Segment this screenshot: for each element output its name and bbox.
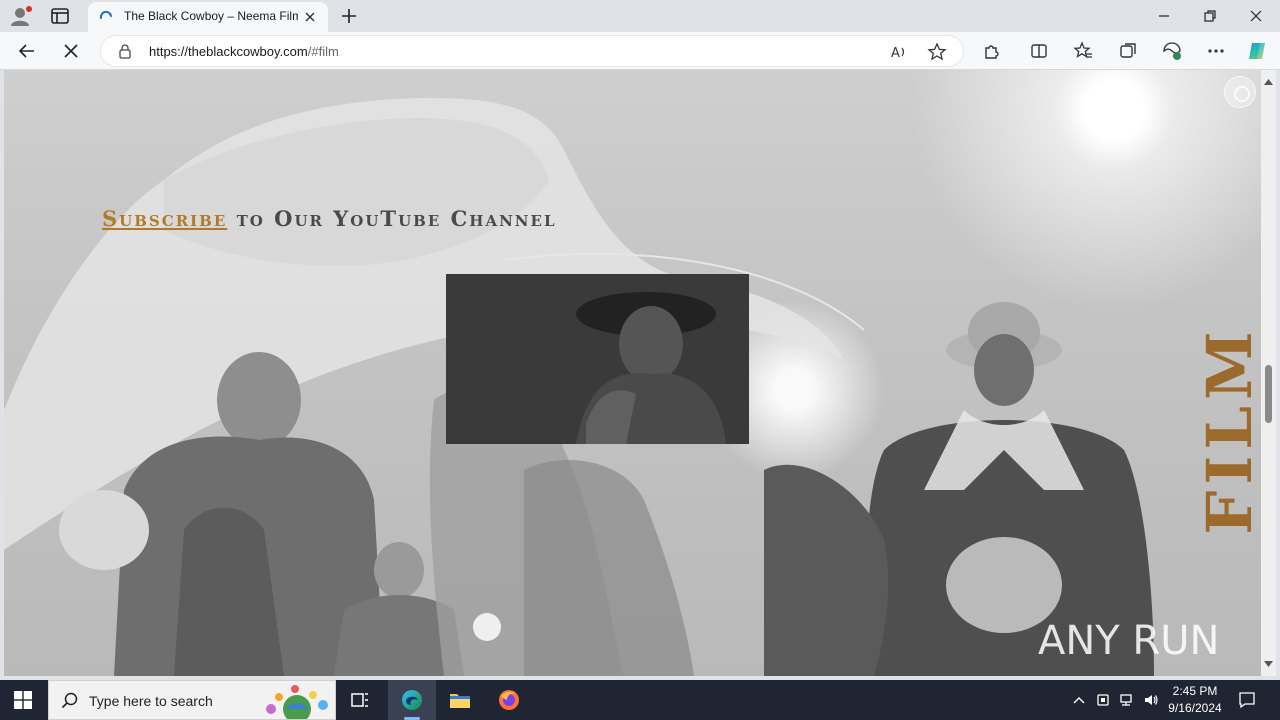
back-icon[interactable]	[16, 40, 38, 62]
edge-browser-icon	[402, 690, 422, 710]
profile-icon[interactable]	[8, 5, 34, 27]
search-icon	[61, 692, 78, 709]
split-screen-icon[interactable]	[1028, 40, 1050, 62]
film-side-heading: FILM	[1192, 325, 1262, 535]
watermark-text: ANY RUN	[1038, 618, 1219, 664]
subscribe-heading: Subscribe to Our YouTube Channel	[102, 206, 557, 231]
scrollbar-thumb[interactable]	[1265, 365, 1272, 423]
loading-spinner-icon	[99, 10, 112, 19]
copilot-icon[interactable]	[1246, 40, 1268, 62]
restore-icon[interactable]	[1200, 6, 1220, 26]
tab-title: The Black Cowboy – Neema Film	[124, 9, 298, 23]
settings-button[interactable]	[1224, 76, 1256, 108]
taskbar-edge-active[interactable]	[388, 680, 436, 720]
search-highlight-illustration	[266, 685, 328, 719]
address-bar[interactable]: https://theblackcowboy.com/#film A	[100, 35, 964, 67]
video-thumbnail	[446, 274, 749, 444]
new-tab-icon[interactable]	[338, 5, 360, 27]
volume-icon[interactable]	[1143, 692, 1159, 708]
taskbar-clock[interactable]: 2:45 PM 9/16/2024	[1160, 683, 1230, 717]
subscribe-link[interactable]: Subscribe	[102, 206, 227, 231]
task-view-icon[interactable]	[348, 688, 372, 712]
scroll-up-icon[interactable]	[1264, 78, 1273, 86]
more-options-icon[interactable]	[1205, 40, 1227, 62]
svg-text:A: A	[891, 46, 900, 61]
close-tab-icon[interactable]	[302, 9, 318, 25]
tab-active[interactable]: The Black Cowboy – Neema Film	[88, 2, 328, 32]
firefox-icon[interactable]	[497, 688, 521, 712]
close-window-icon[interactable]	[1246, 6, 1266, 26]
minimize-icon[interactable]	[1154, 6, 1174, 26]
show-hidden-icons-chevron-up-icon[interactable]	[1071, 692, 1087, 708]
browser-essentials-icon[interactable]	[1161, 40, 1183, 62]
windows-start-icon[interactable]	[14, 691, 32, 709]
browser-toolbar: https://theblackcowboy.com/#film A	[0, 32, 1280, 70]
scroll-down-icon[interactable]	[1264, 660, 1273, 668]
lock-icon[interactable]	[117, 43, 133, 59]
collections-icon[interactable]	[1117, 40, 1139, 62]
extensions-icon[interactable]	[980, 40, 1002, 62]
page-viewport: Subscribe to Our YouTube Channel FILM AN…	[4, 70, 1261, 676]
tab-actions-icon[interactable]	[48, 6, 72, 26]
windows-taskbar: Type here to search 2:45 PM 9/16/2024	[0, 680, 1280, 720]
page-scrollbar[interactable]	[1261, 70, 1276, 676]
notification-icon[interactable]	[1238, 691, 1256, 709]
anyrun-watermark: ANY RUN	[1038, 608, 1238, 672]
subscribe-heading-rest: to Our YouTube Channel	[227, 206, 557, 231]
youtube-video-embed[interactable]	[446, 274, 749, 444]
network-icon[interactable]	[1119, 692, 1135, 708]
file-explorer-icon[interactable]	[448, 688, 472, 712]
device-icon[interactable]	[1095, 692, 1111, 708]
stop-loading-icon[interactable]	[60, 40, 82, 62]
read-aloud-icon[interactable]: A	[889, 42, 909, 62]
clock-date: 9/16/2024	[1168, 701, 1222, 715]
favorite-star-icon[interactable]	[927, 42, 947, 62]
taskbar-search-box[interactable]: Type here to search	[48, 680, 336, 720]
url-text[interactable]: https://theblackcowboy.com/#film	[149, 44, 339, 59]
clock-time: 2:45 PM	[1172, 684, 1218, 698]
tab-strip: The Black Cowboy – Neema Film	[0, 0, 1280, 32]
url-path: /#film	[307, 44, 339, 59]
favorites-icon[interactable]	[1072, 40, 1094, 62]
url-host: https://theblackcowboy.com	[149, 44, 308, 59]
search-placeholder: Type here to search	[89, 693, 213, 709]
